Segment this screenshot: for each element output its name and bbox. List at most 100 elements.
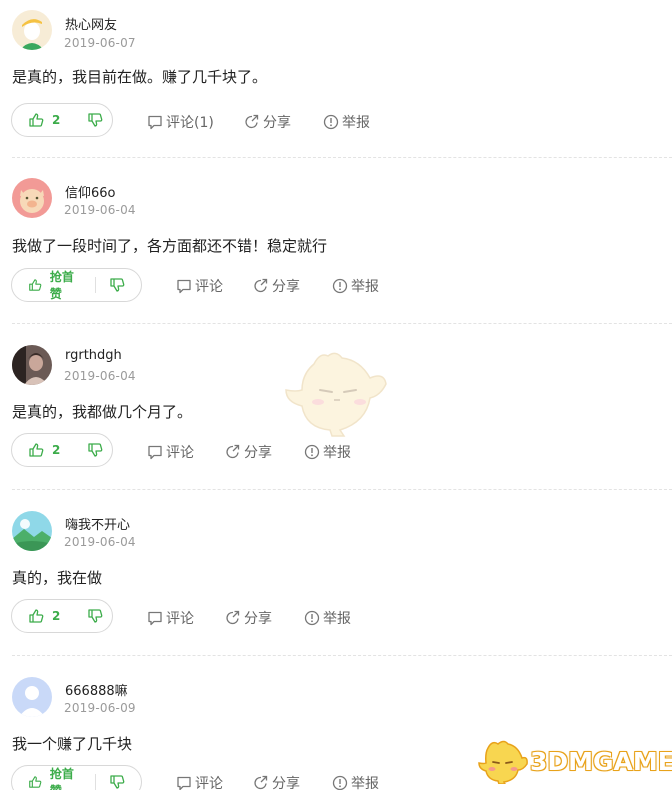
thumbs-up-icon	[29, 113, 44, 127]
comment-text: 是真的，我目前在做。赚了几千块了。	[12, 68, 268, 86]
comment-reply-label: 评论	[195, 279, 223, 295]
comment-reply-button[interactable]: 评论	[147, 608, 194, 628]
comment-reply-button[interactable]: 评论	[176, 276, 223, 296]
comment-reply-button[interactable]: 评论(1)	[147, 112, 214, 132]
avatar-pig-icon	[12, 178, 52, 218]
username[interactable]: 信仰66o	[65, 182, 116, 201]
share-button[interactable]: 分享	[253, 773, 300, 790]
report-icon	[332, 775, 348, 790]
report-icon	[304, 610, 320, 626]
thumbs-up-icon	[29, 776, 42, 788]
report-button[interactable]: 举报	[332, 276, 379, 296]
report-label: 举报	[351, 776, 379, 790]
vote-widget: 2	[11, 599, 113, 633]
comment-text: 真的，我在做	[12, 569, 103, 587]
thumbs-up-icon	[29, 609, 44, 623]
share-button[interactable]: 分享	[253, 276, 300, 296]
comment-text: 是真的，我都做几个月了。	[12, 403, 193, 421]
username[interactable]: rgrthdgh	[65, 348, 122, 363]
comment-divider	[12, 655, 672, 656]
dislike-button[interactable]	[96, 766, 141, 790]
share-icon	[226, 610, 240, 625]
share-button[interactable]: 分享	[244, 112, 291, 132]
like-count: 2	[52, 609, 61, 623]
thumbs-up-icon	[29, 443, 44, 457]
vote-widget: 抢首赞	[11, 765, 142, 790]
vote-widget: 2	[11, 433, 113, 467]
like-count: 2	[52, 443, 61, 457]
avatar-default-icon	[12, 677, 52, 717]
comment-divider	[12, 323, 672, 324]
share-button[interactable]: 分享	[225, 608, 272, 628]
username[interactable]: 666888嘛	[65, 680, 128, 699]
like-button[interactable]: 抢首赞	[12, 269, 95, 301]
dislike-button[interactable]	[96, 269, 141, 301]
share-icon	[245, 114, 259, 129]
user-avatar[interactable]	[12, 345, 52, 385]
vote-widget: 抢首赞	[11, 268, 142, 302]
avatar-default-icon	[12, 10, 52, 50]
thumbs-up-icon	[29, 279, 42, 291]
dislike-button[interactable]	[74, 104, 119, 136]
share-label: 分享	[263, 115, 291, 131]
report-icon	[323, 114, 339, 130]
username[interactable]: 嗨我不开心	[65, 514, 130, 533]
username[interactable]: 热心网友	[65, 14, 117, 33]
report-button[interactable]: 举报	[304, 608, 351, 628]
comment-bubble-icon	[148, 115, 162, 130]
watermark-text: 3DMGAME	[530, 746, 672, 776]
comment-date: 2019-06-07	[64, 36, 136, 50]
first-like-label: 抢首赞	[49, 767, 74, 790]
comment-bubble-icon	[177, 279, 191, 294]
report-button[interactable]: 举报	[323, 112, 370, 132]
report-icon	[332, 278, 348, 294]
share-icon	[254, 775, 268, 790]
thumbs-down-icon	[88, 113, 103, 127]
share-label: 分享	[272, 776, 300, 790]
comment-divider	[12, 489, 672, 490]
user-avatar[interactable]	[12, 10, 52, 50]
comment-reply-button[interactable]: 评论	[147, 442, 194, 462]
share-icon	[226, 444, 240, 459]
like-button[interactable]: 2	[12, 104, 74, 136]
comment-reply-label: 评论	[195, 776, 223, 790]
report-label: 举报	[323, 611, 351, 627]
dislike-button[interactable]	[74, 434, 119, 466]
comment-date: 2019-06-04	[64, 369, 136, 383]
vote-widget: 2	[11, 103, 113, 137]
thumbs-down-icon	[110, 278, 125, 292]
like-button[interactable]: 2	[12, 600, 74, 632]
comment-divider	[12, 157, 672, 158]
comment-date: 2019-06-04	[64, 535, 136, 549]
dislike-button[interactable]	[74, 600, 119, 632]
comment-text: 我做了一段时间了，各方面都还不错！稳定就行	[12, 237, 328, 255]
comment-reply-label: 评论	[166, 445, 194, 461]
report-button[interactable]: 举报	[332, 773, 379, 790]
share-button[interactable]: 分享	[225, 442, 272, 462]
mascot-watermark-image	[284, 350, 388, 442]
user-avatar[interactable]	[12, 677, 52, 717]
comment-reply-button[interactable]: 评论	[176, 773, 223, 790]
comment-date: 2019-06-04	[64, 203, 136, 217]
like-button[interactable]: 抢首赞	[12, 766, 95, 790]
like-count: 2	[52, 113, 61, 127]
comment-bubble-icon	[148, 445, 162, 460]
like-button[interactable]: 2	[12, 434, 74, 466]
comment-bubble-icon	[148, 611, 162, 626]
report-icon	[304, 444, 320, 460]
thumbs-down-icon	[88, 443, 103, 457]
thumbs-down-icon	[110, 775, 125, 789]
comment-reply-label: 评论(1)	[166, 115, 214, 131]
user-avatar[interactable]	[12, 178, 52, 218]
report-label: 举报	[323, 445, 351, 461]
share-icon	[254, 278, 268, 293]
report-label: 举报	[342, 115, 370, 131]
share-label: 分享	[244, 445, 272, 461]
comment-text: 我一个赚了几千块	[12, 735, 133, 753]
avatar-landscape-icon	[12, 511, 52, 551]
report-label: 举报	[351, 279, 379, 295]
report-button[interactable]: 举报	[304, 442, 351, 462]
avatar-photo-icon	[12, 345, 52, 385]
comment-bubble-icon	[177, 776, 191, 790]
user-avatar[interactable]	[12, 511, 52, 551]
